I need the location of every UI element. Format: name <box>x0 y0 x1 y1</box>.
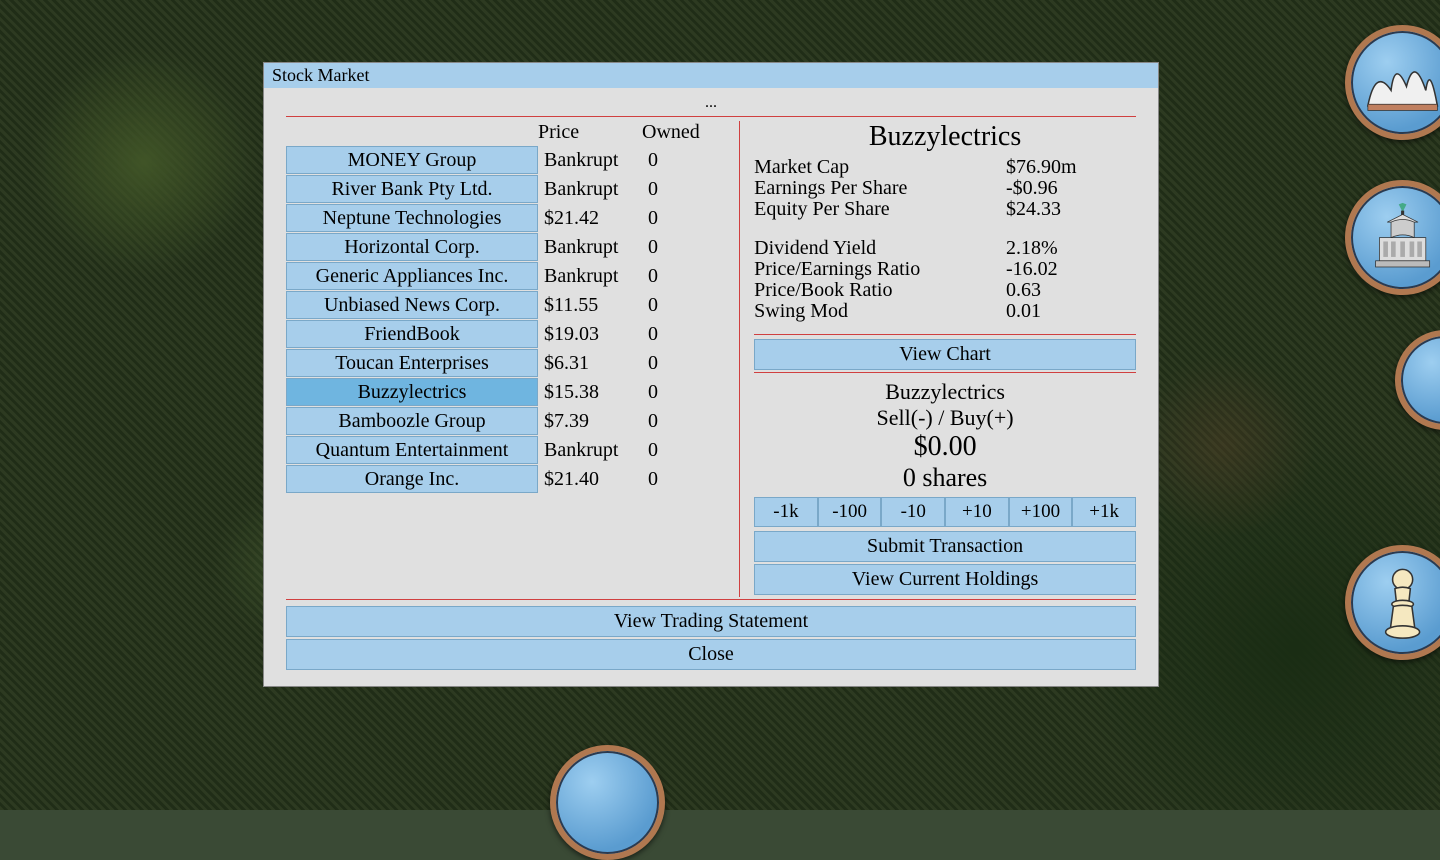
stat-label: Market Cap <box>754 157 1006 178</box>
stock-price: $15.38 <box>538 382 642 402</box>
stat-row: Price/Book Ratio0.63 <box>754 280 1136 301</box>
stat-value: $24.33 <box>1006 199 1136 220</box>
landmark-token-bottom[interactable] <box>550 745 665 860</box>
stock-price: $6.31 <box>538 353 642 373</box>
stock-market-window: Stock Market ... Price Owned MONEY Group… <box>263 62 1159 687</box>
view-chart-button[interactable]: View Chart <box>754 339 1136 370</box>
window-title: Stock Market <box>264 63 1158 88</box>
stock-name-button[interactable]: Toucan Enterprises <box>286 349 538 377</box>
divider <box>754 334 1136 335</box>
qty-button[interactable]: -10 <box>881 497 945 527</box>
view-statement-button[interactable]: View Trading Statement <box>286 606 1136 637</box>
stock-name-button[interactable]: Unbiased News Corp. <box>286 291 538 319</box>
stock-owned: 0 <box>642 266 702 286</box>
close-button[interactable]: Close <box>286 639 1136 670</box>
stock-owned: 0 <box>642 353 702 373</box>
stock-price: $21.40 <box>538 469 642 489</box>
stock-row: Quantum EntertainmentBankrupt0 <box>286 436 725 464</box>
stock-owned: 0 <box>642 208 702 228</box>
stat-value: -16.02 <box>1006 259 1136 280</box>
stock-name-button[interactable]: Bamboozle Group <box>286 407 538 435</box>
stock-price: Bankrupt <box>538 179 642 199</box>
stock-owned: 0 <box>642 150 702 170</box>
stock-name-button[interactable]: Neptune Technologies <box>286 204 538 232</box>
qty-button[interactable]: -100 <box>818 497 882 527</box>
stock-owned: 0 <box>642 382 702 402</box>
stat-row: Price/Earnings Ratio-16.02 <box>754 259 1136 280</box>
stock-name-button[interactable]: FriendBook <box>286 320 538 348</box>
stat-row: Equity Per Share$24.33 <box>754 199 1136 220</box>
stock-list-panel: Price Owned MONEY GroupBankrupt0River Ba… <box>286 121 725 597</box>
divider <box>286 116 1136 117</box>
qty-button[interactable]: +10 <box>945 497 1009 527</box>
col-price-header: Price <box>538 121 642 144</box>
stat-row: Swing Mod0.01 <box>754 301 1136 322</box>
stat-label: Earnings Per Share <box>754 178 1006 199</box>
stock-row: FriendBook$19.030 <box>286 320 725 348</box>
stock-price: $21.42 <box>538 208 642 228</box>
stock-row: Unbiased News Corp.$11.550 <box>286 291 725 319</box>
qty-button[interactable]: -1k <box>754 497 818 527</box>
stat-label: Equity Per Share <box>754 199 1006 220</box>
stock-name-button[interactable]: Quantum Entertainment <box>286 436 538 464</box>
stock-row: Toucan Enterprises$6.310 <box>286 349 725 377</box>
stock-list-header: Price Owned <box>286 121 725 144</box>
stock-name-button[interactable]: Orange Inc. <box>286 465 538 493</box>
stock-price: Bankrupt <box>538 150 642 170</box>
stat-value: $76.90m <box>1006 157 1136 178</box>
stat-value: -$0.96 <box>1006 178 1136 199</box>
stock-name-button[interactable]: Buzzylectrics <box>286 378 538 406</box>
stat-row: Market Cap$76.90m <box>754 157 1136 178</box>
stock-detail-panel: Buzzylectrics Market Cap$76.90mEarnings … <box>739 121 1136 597</box>
trade-company-name: Buzzylectrics <box>754 379 1136 405</box>
stock-owned: 0 <box>642 324 702 344</box>
submit-transaction-button[interactable]: Submit Transaction <box>754 531 1136 562</box>
view-holdings-button[interactable]: View Current Holdings <box>754 564 1136 595</box>
stock-row: Neptune Technologies$21.420 <box>286 204 725 232</box>
stock-owned: 0 <box>642 411 702 431</box>
stock-name-button[interactable]: River Bank Pty Ltd. <box>286 175 538 203</box>
stock-name-button[interactable]: Generic Appliances Inc. <box>286 262 538 290</box>
stock-name-button[interactable]: MONEY Group <box>286 146 538 174</box>
stock-name-button[interactable]: Horizontal Corp. <box>286 233 538 261</box>
qty-button[interactable]: +100 <box>1009 497 1073 527</box>
stat-row: Earnings Per Share-$0.96 <box>754 178 1136 199</box>
stock-price: Bankrupt <box>538 440 642 460</box>
stock-price: $11.55 <box>538 295 642 315</box>
stock-row: Buzzylectrics$15.380 <box>286 378 725 406</box>
divider <box>286 599 1136 600</box>
stock-row: River Bank Pty Ltd.Bankrupt0 <box>286 175 725 203</box>
stock-price: $19.03 <box>538 324 642 344</box>
stat-label: Swing Mod <box>754 301 1006 322</box>
stat-label: Price/Book Ratio <box>754 280 1006 301</box>
trade-shares: 0 shares <box>754 463 1136 493</box>
stock-price: $7.39 <box>538 411 642 431</box>
stock-owned: 0 <box>642 440 702 460</box>
ellipsis-text: ... <box>286 94 1136 114</box>
stock-row: Generic Appliances Inc.Bankrupt0 <box>286 262 725 290</box>
divider <box>754 372 1136 373</box>
stat-value: 0.01 <box>1006 301 1136 322</box>
stock-price: Bankrupt <box>538 237 642 257</box>
stock-row: Bamboozle Group$7.390 <box>286 407 725 435</box>
stat-value: 2.18% <box>1006 238 1136 259</box>
qty-button[interactable]: +1k <box>1072 497 1136 527</box>
stat-row: Dividend Yield2.18% <box>754 238 1136 259</box>
stock-owned: 0 <box>642 469 702 489</box>
stock-row: Orange Inc.$21.400 <box>286 465 725 493</box>
trade-mode-label: Sell(-) / Buy(+) <box>754 405 1136 431</box>
stat-label: Dividend Yield <box>754 238 1006 259</box>
trade-amount: $0.00 <box>754 431 1136 463</box>
stock-owned: 0 <box>642 295 702 315</box>
stock-row: MONEY GroupBankrupt0 <box>286 146 725 174</box>
stat-label: Price/Earnings Ratio <box>754 259 1006 280</box>
detail-company-name: Buzzylectrics <box>754 121 1136 153</box>
stock-owned: 0 <box>642 179 702 199</box>
stat-value: 0.63 <box>1006 280 1136 301</box>
stock-price: Bankrupt <box>538 266 642 286</box>
stock-owned: 0 <box>642 237 702 257</box>
col-owned-header: Owned <box>642 121 702 144</box>
stock-row: Horizontal Corp.Bankrupt0 <box>286 233 725 261</box>
